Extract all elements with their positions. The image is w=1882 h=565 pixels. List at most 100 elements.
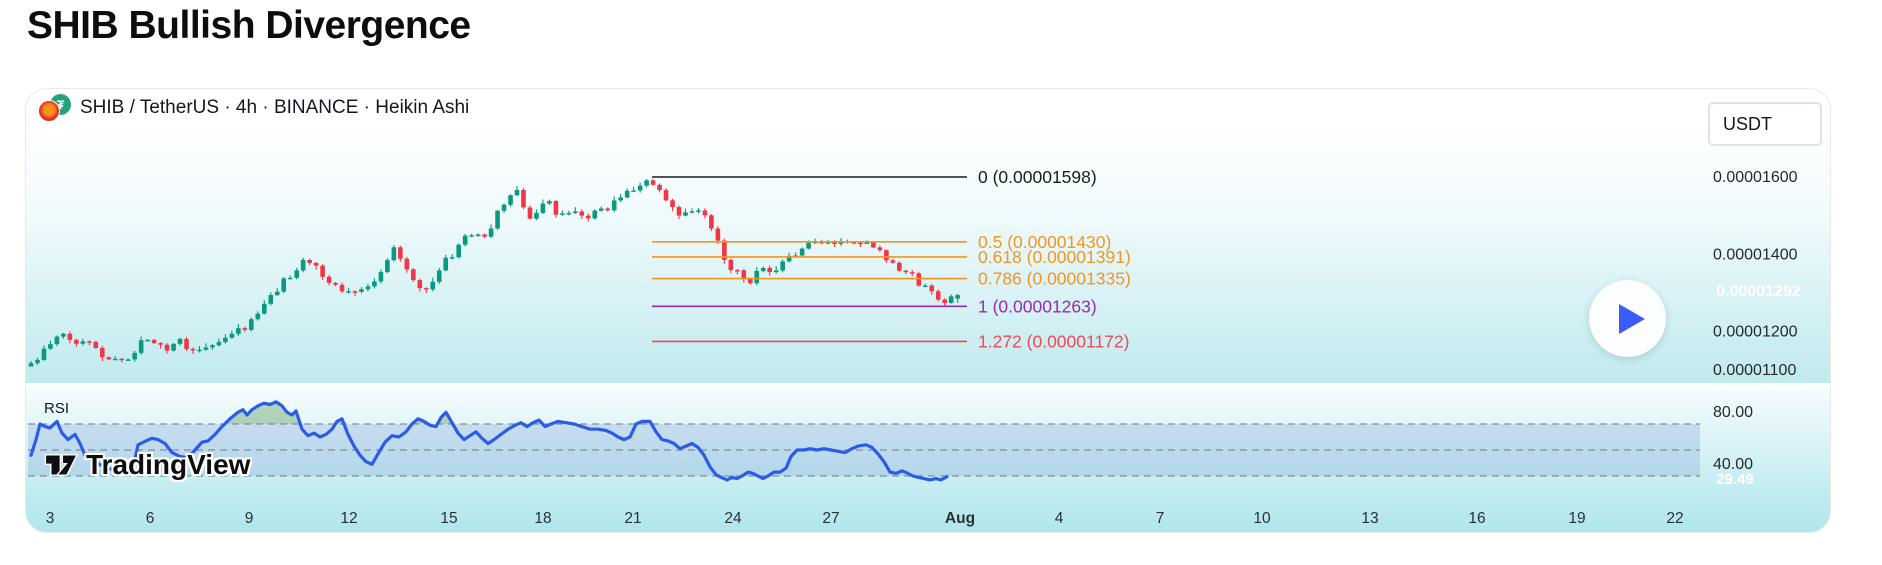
shib-logo-icon <box>38 100 60 122</box>
tradingview-watermark-text: TradingView <box>86 449 251 480</box>
candle <box>132 352 137 360</box>
candle <box>566 212 572 215</box>
candle <box>430 281 436 290</box>
time-axis-label[interactable]: 24 <box>724 510 742 527</box>
candle <box>935 291 941 300</box>
candle <box>61 333 66 337</box>
time-axis-label[interactable]: Aug <box>945 510 975 527</box>
candle <box>28 363 34 367</box>
fib-label-0: 0 (0.00001598) <box>978 167 1097 187</box>
tradingview-chart-canvas[interactable]: 0 (0.00001598)0.5 (0.00001430)0.618 (0.0… <box>0 0 1882 565</box>
price-axis-tick[interactable]: 0.00001200 <box>1713 324 1798 341</box>
candle <box>702 210 708 216</box>
candle <box>417 280 423 289</box>
time-axis-label[interactable]: 15 <box>440 510 457 527</box>
candle <box>48 344 53 349</box>
price-axis-tick[interactable]: 0.00001600 <box>1713 169 1798 186</box>
candle <box>87 341 92 343</box>
candle <box>151 339 157 344</box>
time-axis-label[interactable]: 6 <box>146 510 155 527</box>
currency-selector[interactable]: USDT <box>1708 102 1822 146</box>
candle <box>67 333 73 340</box>
candle <box>352 291 358 293</box>
time-axis-label[interactable]: 21 <box>624 510 641 527</box>
symbol-description: SHIB / TetherUS · 4h · BINANCE · Heikin … <box>80 97 470 118</box>
candle <box>475 234 481 236</box>
time-axis-label[interactable]: 4 <box>1055 510 1064 527</box>
candle <box>261 303 267 314</box>
candle <box>346 291 351 293</box>
last-price-badge: 0.00001292 <box>1716 283 1801 300</box>
video-play-button[interactable] <box>1589 280 1666 357</box>
time-axis-label[interactable]: 19 <box>1568 510 1585 527</box>
candle <box>877 247 883 251</box>
time-axis-label[interactable]: 9 <box>245 510 254 527</box>
rsi-axis-tick[interactable]: 80.00 <box>1713 404 1753 421</box>
candle <box>767 267 773 273</box>
candle <box>864 242 870 244</box>
candle <box>41 348 47 360</box>
candle <box>443 257 449 271</box>
candle <box>391 247 397 261</box>
candle <box>618 197 623 201</box>
candle <box>683 212 688 216</box>
candle <box>884 250 889 261</box>
candle <box>955 295 960 299</box>
time-axis-label[interactable]: 27 <box>822 510 839 527</box>
fib-label-0.786: 0.786 (0.00001335) <box>978 269 1131 289</box>
candle <box>469 235 474 237</box>
candle <box>365 286 371 290</box>
candle <box>171 343 176 351</box>
candle <box>657 184 662 191</box>
candle <box>735 270 740 272</box>
candle <box>255 313 261 320</box>
candle <box>799 248 805 256</box>
candle <box>650 180 656 185</box>
candle <box>482 234 487 237</box>
candle <box>534 212 539 219</box>
candle <box>780 261 785 271</box>
candle <box>436 270 442 282</box>
time-axis-label[interactable]: 3 <box>46 510 55 527</box>
candle <box>456 244 461 258</box>
candle <box>611 200 617 211</box>
candle <box>125 359 131 361</box>
candle <box>326 276 332 283</box>
candle <box>521 189 526 208</box>
candle <box>249 319 254 330</box>
price-axis-tick[interactable]: 0.00001100 <box>1713 362 1796 379</box>
candle <box>676 207 682 216</box>
candle <box>449 257 455 259</box>
rsi-indicator-label[interactable]: RSI <box>44 400 69 417</box>
chart-header: ₮ SHIB / TetherUS · 4h · BINANCE · Heiki… <box>38 94 469 122</box>
candle <box>385 260 390 273</box>
candle <box>948 296 954 303</box>
candle <box>404 258 410 270</box>
time-axis-label[interactable]: 13 <box>1361 510 1378 527</box>
candle <box>644 180 649 186</box>
candle <box>696 210 701 212</box>
candle <box>359 289 364 292</box>
price-axis-tick[interactable]: 0.00001400 <box>1713 246 1798 263</box>
tradingview-watermark: TradingView <box>42 446 250 484</box>
time-axis-label[interactable]: 18 <box>534 510 551 527</box>
candle <box>560 213 565 215</box>
candle <box>553 201 559 215</box>
candle <box>495 210 500 229</box>
time-axis-label[interactable]: 22 <box>1666 510 1683 527</box>
time-axis-label[interactable]: 16 <box>1468 510 1485 527</box>
candle <box>229 333 235 338</box>
time-axis-label[interactable]: 10 <box>1253 510 1271 527</box>
candle <box>93 341 99 348</box>
candle <box>605 208 611 211</box>
candle <box>177 338 183 344</box>
candle <box>223 337 228 343</box>
time-axis-label[interactable]: 7 <box>1156 510 1165 527</box>
article-page: SHIB Bullish Divergence 0 (0.00001598) 0.… <box>0 0 1882 565</box>
time-axis-label[interactable]: 12 <box>340 510 357 527</box>
candle <box>741 270 747 279</box>
fib-label-1: 1 (0.00001263) <box>978 296 1097 316</box>
candle <box>119 358 125 361</box>
candle <box>145 339 150 342</box>
candle <box>858 242 863 245</box>
